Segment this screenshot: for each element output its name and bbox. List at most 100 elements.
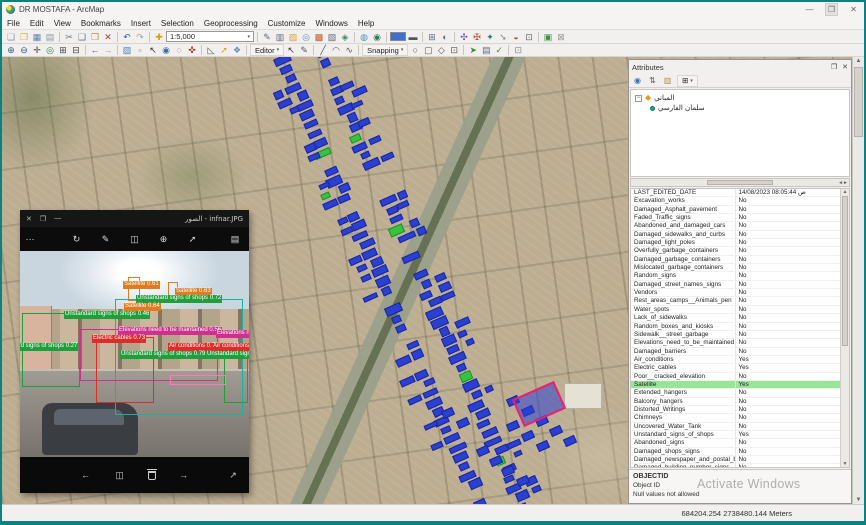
fill-color-swatch[interactable] — [390, 32, 406, 41]
measure-icon[interactable]: ◺ — [205, 44, 217, 56]
network-analyst-icon[interactable]: ✦ — [484, 31, 496, 43]
attribute-row[interactable]: Damaged_Asphalt_pavementNo — [631, 206, 840, 214]
attribute-row[interactable]: Damaged_barriersNo — [631, 348, 840, 356]
spatial-adjustment-icon[interactable]: ✣ — [458, 31, 470, 43]
menu-bookmarks[interactable]: Bookmarks — [76, 17, 126, 29]
attribute-row[interactable]: Elevations_need_to_be_maintainedNo — [631, 339, 840, 347]
slideshow-icon[interactable]: ◫ — [129, 233, 141, 245]
menu-help[interactable]: Help — [353, 17, 379, 29]
attribute-row[interactable]: Abandoned_signsNo — [631, 439, 840, 447]
map-vertical-scrollbar[interactable]: ▲ ▼ — [852, 57, 864, 504]
arc-segment-icon[interactable]: ◠ — [330, 44, 342, 56]
georeferencing-icon[interactable]: ⊞ — [426, 31, 438, 43]
hyperlink-icon[interactable]: ➚ — [218, 44, 230, 56]
image-analysis-icon[interactable]: ▣ — [542, 31, 554, 43]
vertex-snapping-icon[interactable]: ◇ — [435, 44, 447, 56]
new-document-icon[interactable]: ❏ — [5, 31, 17, 43]
add-basemap-icon[interactable]: ◍ — [358, 31, 370, 43]
hscroll-thumb[interactable] — [707, 180, 772, 185]
attribute-row[interactable]: Uncovered_Water_TankNo — [631, 423, 840, 431]
delete-photo-icon[interactable] — [148, 471, 156, 480]
attribute-row[interactable]: Air_conditionsYes — [631, 356, 840, 364]
previous-photo-icon[interactable]: ← — [80, 469, 92, 481]
select-features-icon[interactable]: ▨ — [121, 44, 133, 56]
attribute-row[interactable]: Damaged_street_names_signsNo — [631, 281, 840, 289]
menu-edit[interactable]: Edit — [25, 17, 49, 29]
attribute-row[interactable]: Excavation_worksNo — [631, 197, 840, 205]
attribute-row[interactable]: Water_spotsNo — [631, 306, 840, 314]
trace-icon[interactable]: ∿ — [343, 44, 355, 56]
end-snapping-icon[interactable]: ▢ — [422, 44, 434, 56]
rotate-icon[interactable]: ↻ — [71, 233, 83, 245]
panel-maximize-icon[interactable]: ❐ — [831, 63, 837, 71]
attribute-row[interactable]: Electric_cablesYes — [631, 364, 840, 372]
photo-minimize-icon[interactable]: — — [54, 215, 61, 223]
minimize-button[interactable]: — — [803, 4, 816, 15]
photo-maximize-icon[interactable]: ❐ — [40, 215, 46, 223]
pan-icon[interactable]: ✛ — [31, 44, 43, 56]
see-all-photos-icon[interactable]: ▤ — [229, 233, 241, 245]
attribute-row[interactable]: Unstandard_signs_of_shopsYes — [631, 431, 840, 439]
attribute-row[interactable]: Faded_Traffic_signsNo — [631, 214, 840, 222]
attr-identify-icon[interactable]: ◉ — [632, 75, 643, 86]
fixed-zoom-out-icon[interactable]: ⊟ — [70, 44, 82, 56]
attribute-row[interactable]: Overfully_garbage_containersNo — [631, 247, 840, 255]
menu-selection[interactable]: Selection — [156, 17, 199, 29]
delete-icon[interactable]: ✕ — [102, 31, 114, 43]
open-folder-icon[interactable]: ❐ — [18, 31, 30, 43]
photo-close-icon[interactable]: ✕ — [26, 215, 32, 223]
attr-sort-icon[interactable]: ⇅ — [647, 75, 658, 86]
tree-expander-icon[interactable]: − — [635, 95, 642, 102]
attribute-row[interactable]: Damaged_shops_signsNo — [631, 448, 840, 456]
layout-icon[interactable]: ⊠ — [555, 31, 567, 43]
topology-icon[interactable]: ✠ — [471, 31, 483, 43]
table-scroll-up-icon[interactable]: ▲ — [841, 189, 849, 195]
select-elements-icon[interactable]: ↖ — [147, 44, 159, 56]
sketch-properties-icon[interactable]: ✓ — [493, 44, 505, 56]
model-builder-icon[interactable]: ◈ — [339, 31, 351, 43]
hscroll-arrows[interactable]: ◄► — [838, 179, 848, 187]
close-button[interactable]: ✕ — [847, 4, 860, 15]
attribute-row[interactable]: Damaged_sidewalks_and_curbsNo — [631, 231, 840, 239]
edit-image-icon[interactable]: ✎ — [100, 233, 112, 245]
tree-child-feature[interactable]: سلمان الفارسي — [650, 103, 845, 113]
tracking-icon[interactable]: ➘ — [497, 31, 509, 43]
attribute-row[interactable]: Abandoned_and_damaged_carsNo — [631, 222, 840, 230]
full-extent-icon[interactable]: ◎ — [44, 44, 56, 56]
share-icon[interactable]: ➚ — [187, 233, 199, 245]
menu-windows[interactable]: Windows — [310, 17, 352, 29]
clear-selection-icon[interactable]: ▫ — [134, 44, 146, 56]
tree-horizontal-scrollbar[interactable]: ◄► — [630, 178, 850, 187]
fullscreen-icon[interactable]: ↗ — [227, 469, 239, 481]
attribute-row[interactable]: Damaged_newspaper_and_postal_boxesNo — [631, 456, 840, 464]
attribute-row[interactable]: VendorsNo — [631, 289, 840, 297]
attribute-row[interactable]: Damaged_garbage_containersNo — [631, 256, 840, 264]
tree-root-layer[interactable]: − ◆ المباني — [635, 93, 845, 103]
editor-toolbar-icon[interactable]: ✎ — [261, 31, 273, 43]
photo-viewer-titlebar[interactable]: ✕ ❐ — الصور - infnar.JPG — [20, 210, 249, 227]
html-popup-icon[interactable]: ❖ — [231, 44, 243, 56]
edit-annotation-icon[interactable]: ✎ — [298, 44, 310, 56]
table-vertical-scrollbar[interactable]: ▲ ▼ — [840, 189, 849, 467]
globe-icon[interactable]: ◉ — [371, 31, 383, 43]
scroll-down-icon[interactable]: ▼ — [853, 497, 864, 503]
edge-snapping-icon[interactable]: ⊡ — [448, 44, 460, 56]
redo-icon[interactable]: ↷ — [134, 31, 146, 43]
scroll-up-icon[interactable]: ▲ — [853, 58, 864, 64]
attribute-row[interactable]: Distorted_WritingsNo — [631, 406, 840, 414]
attribute-row[interactable]: Extended_hangersNo — [631, 389, 840, 397]
line-width-icon[interactable]: ▬ — [407, 31, 419, 43]
fixed-zoom-in-icon[interactable]: ⊞ — [57, 44, 69, 56]
create-features-icon[interactable]: ➤ — [467, 44, 479, 56]
maximize-button[interactable]: ❐ — [825, 3, 838, 16]
attribute-row[interactable]: Damaged_light_polesNo — [631, 239, 840, 247]
add-data-icon[interactable]: ✚ — [153, 31, 165, 43]
attribute-row[interactable]: Lack_of_sidewalksNo — [631, 314, 840, 322]
attribute-row[interactable]: Balcony_hangersNo — [631, 398, 840, 406]
menu-file[interactable]: File — [2, 17, 25, 29]
attribute-row[interactable]: ChimneysNo — [631, 414, 840, 422]
map-scale-combo[interactable]: 1:5,000▾ — [166, 31, 254, 42]
menu-customize[interactable]: Customize — [263, 17, 311, 29]
editor-dropdown[interactable]: Editor▾ — [250, 44, 284, 56]
attribute-row[interactable]: Mislocated_garbage_containersNo — [631, 264, 840, 272]
